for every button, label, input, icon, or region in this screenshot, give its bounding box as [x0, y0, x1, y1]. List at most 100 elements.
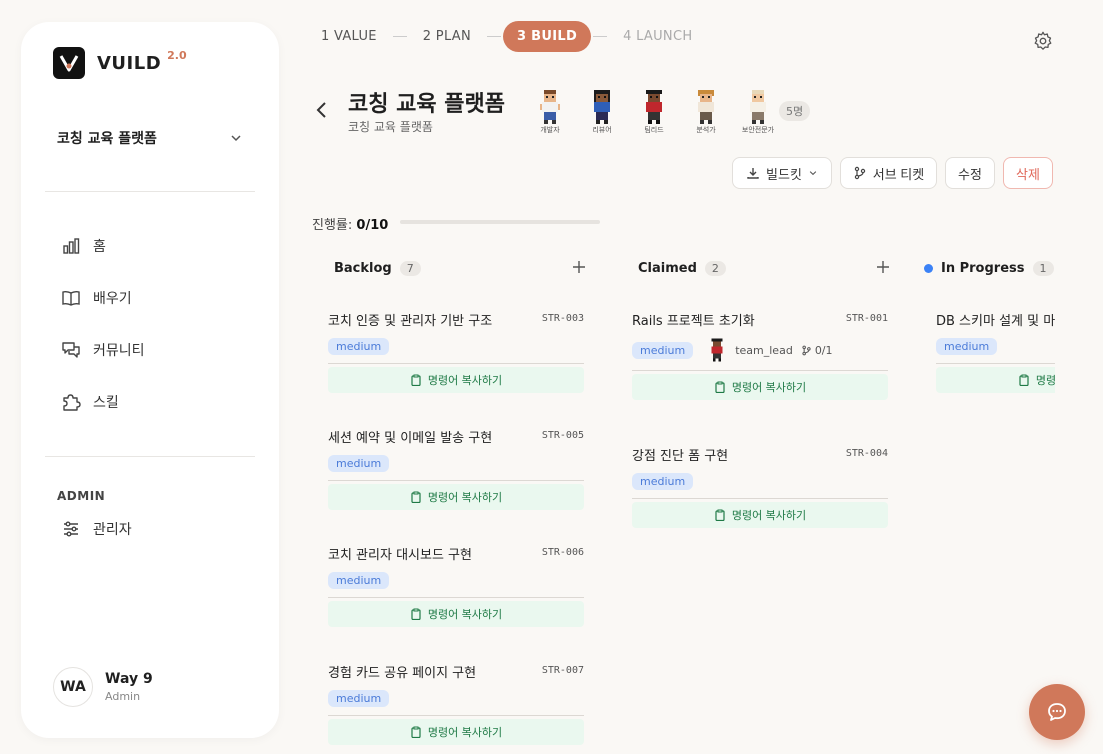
priority-badge: medium: [328, 572, 390, 589]
plus-icon[interactable]: [572, 260, 586, 274]
assignee-name: team_lead: [735, 343, 793, 357]
column-count: 7: [399, 260, 421, 276]
sliders-icon: [64, 521, 78, 537]
buildkit-button[interactable]: 빌드킷: [732, 157, 832, 189]
card-title: 경험 카드 공유 페이지 구현: [328, 666, 477, 681]
download-icon: [747, 168, 759, 179]
plus-icon[interactable]: [876, 260, 890, 274]
sidebar-divider: [45, 456, 255, 457]
task-card[interactable]: 코치 관리자 대시보드 구현 STR-006 medium 명령어 복사하기: [328, 544, 584, 627]
pixel-avatar-icon: [540, 90, 560, 124]
sidebar-item-community[interactable]: 커뮤니티: [61, 340, 145, 360]
step-launch[interactable]: 4 LAUNCH: [609, 21, 706, 52]
chat-fab-button[interactable]: [1029, 684, 1085, 740]
task-card[interactable]: 코치 인증 및 관리자 기반 구조 STR-003 medium 명령어 복사하기: [328, 310, 584, 393]
team-count-badge: 5명: [779, 101, 811, 121]
copy-command-button[interactable]: 명령어 복사하기: [632, 374, 888, 400]
card-divider: [936, 363, 1055, 364]
card-title: DB 스키마 설계 및 마이그레이션: [936, 314, 1055, 329]
clipboard-icon: [411, 374, 421, 386]
chart-icon: [63, 238, 80, 254]
app-version: 2.0: [167, 48, 187, 62]
project-selector[interactable]: 코칭 교육 플랫폼: [57, 128, 243, 148]
branch-icon: [854, 166, 865, 180]
sidebar-item-skills[interactable]: 스킬: [61, 392, 119, 412]
card-divider: [328, 363, 584, 364]
puzzle-icon: [63, 394, 81, 411]
user-profile[interactable]: WA Way 9 Admin: [53, 667, 153, 707]
column-title: Backlog: [334, 260, 392, 276]
step-separator: [593, 36, 608, 37]
sidebar-item-home[interactable]: 홈: [61, 236, 106, 256]
stepper: 1 VALUE 2 PLAN 3 BUILD 4 LAUNCH: [307, 21, 706, 52]
team-member-role: 분석가: [696, 126, 716, 134]
sidebar-item-admin[interactable]: 관리자: [61, 519, 132, 539]
step-build[interactable]: 3 BUILD: [503, 21, 592, 52]
app-name: VUILD: [97, 52, 162, 74]
subticket-label: 서브 티켓: [872, 166, 925, 182]
pixel-avatar-icon: [750, 90, 766, 124]
chevron-down-icon: [231, 135, 241, 142]
sidebar-item-learn[interactable]: 배우기: [61, 288, 132, 308]
card-id: STR-007: [541, 665, 584, 676]
team-member[interactable]: 팀리드: [628, 90, 680, 135]
card-id: STR-003: [541, 313, 584, 324]
card-title: 강점 진단 폼 구현: [632, 449, 729, 464]
copy-command-button[interactable]: 명령어 복사하기: [936, 367, 1055, 393]
admin-section-label: ADMIN: [57, 489, 106, 503]
copy-command-button[interactable]: 명령어 복사하기: [328, 367, 584, 393]
clipboard-icon: [715, 381, 725, 393]
card-id: STR-001: [845, 313, 888, 324]
subticket-button[interactable]: 서브 티켓: [840, 157, 937, 189]
clipboard-icon: [1019, 374, 1029, 386]
sidebar: VUILD 2.0 코칭 교육 플랫폼 홈 배우기 커뮤니티 스킬 ADMIN …: [21, 22, 279, 738]
step-plan[interactable]: 2 PLAN: [409, 21, 485, 52]
step-separator: [487, 36, 501, 37]
team-member-role: 보안전문가: [741, 126, 775, 134]
delete-button[interactable]: 삭제: [1003, 157, 1053, 189]
sidebar-item-label: 배우기: [93, 291, 132, 307]
team-member[interactable]: 개발자: [524, 90, 576, 135]
copy-command-button[interactable]: 명령어 복사하기: [328, 719, 584, 745]
task-card[interactable]: DB 스키마 설계 및 마이그레이션 medium 명령어 복사하기: [936, 310, 1055, 393]
avatar: WA: [53, 667, 93, 707]
pixel-avatar-icon: [594, 90, 610, 124]
column-in-progress: In Progress 1 DB 스키마 설계 및 마이그레이션 medium …: [920, 250, 1055, 393]
column-claimed: Claimed 2 Rails 프로젝트 초기화 STR-001 medium t…: [624, 250, 904, 528]
task-card[interactable]: Rails 프로젝트 초기화 STR-001 medium team_lead 0…: [632, 310, 888, 400]
progress-label-text: 진행률:: [312, 218, 353, 233]
card-divider: [328, 480, 584, 481]
buildkit-label: 빌드킷: [766, 166, 802, 182]
task-card[interactable]: 강점 진단 폼 구현 STR-004 medium 명령어 복사하기: [632, 445, 888, 528]
clipboard-icon: [715, 509, 725, 521]
column-count: 1: [1032, 260, 1054, 276]
copy-command-button[interactable]: 명령어 복사하기: [632, 502, 888, 528]
card-title: Rails 프로젝트 초기화: [632, 314, 755, 329]
logo[interactable]: VUILD 2.0: [53, 47, 187, 79]
sidebar-divider: [45, 191, 255, 192]
team-member[interactable]: 리뷰어: [576, 90, 628, 135]
card-title: 세션 예약 및 이메일 발송 구현: [328, 431, 493, 446]
team-member[interactable]: 분석가: [680, 90, 732, 135]
priority-badge: medium: [328, 338, 390, 355]
team-member-role: 팀리드: [644, 126, 664, 134]
vuild-logo-icon: [53, 47, 85, 79]
team-member[interactable]: 보안전문가: [732, 90, 784, 135]
subtask-count: 0/1: [801, 344, 833, 357]
column-title: Claimed: [638, 260, 697, 276]
task-card[interactable]: 경험 카드 공유 페이지 구현 STR-007 medium 명령어 복사하기: [328, 662, 584, 745]
card-divider: [328, 597, 584, 598]
card-id: STR-004: [845, 448, 888, 459]
copy-command-label: 명령어 복사하기: [427, 491, 503, 504]
step-value[interactable]: 1 VALUE: [307, 21, 391, 52]
team-members: 개발자 리뷰어 팀리드 분석가 보안전문가: [524, 90, 784, 135]
edit-button[interactable]: 수정: [945, 157, 995, 189]
copy-command-button[interactable]: 명령어 복사하기: [328, 601, 584, 627]
copy-command-label: 명령어 복사하기: [427, 726, 503, 739]
team-member-role: 리뷰어: [592, 126, 612, 134]
task-card[interactable]: 세션 예약 및 이메일 발송 구현 STR-005 medium 명령어 복사하기: [328, 427, 584, 510]
gear-icon[interactable]: [1032, 30, 1054, 52]
sidebar-item-label: 홈: [93, 239, 106, 255]
back-arrow-icon[interactable]: [313, 100, 331, 120]
copy-command-button[interactable]: 명령어 복사하기: [328, 484, 584, 510]
